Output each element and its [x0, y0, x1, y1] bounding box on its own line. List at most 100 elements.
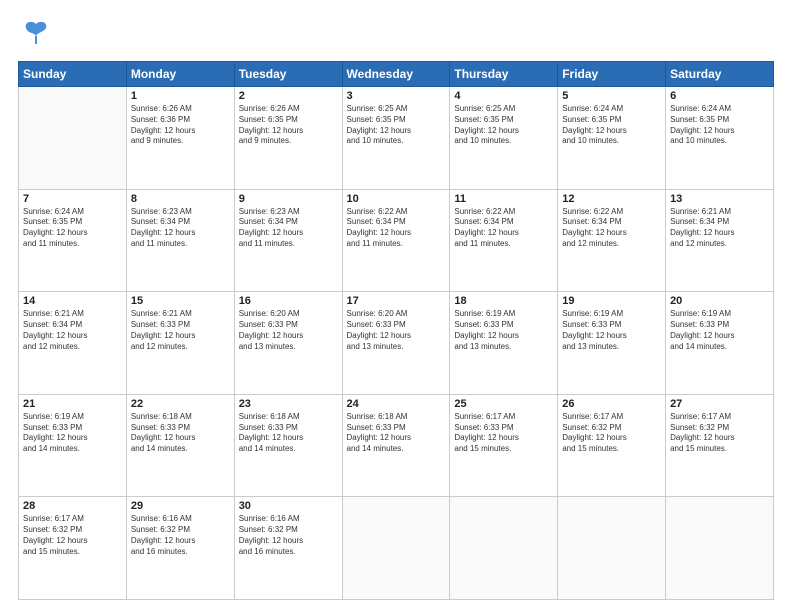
day-number: 6 [670, 90, 769, 102]
day-info: Sunrise: 6:20 AM Sunset: 6:33 PM Dayligh… [239, 309, 338, 352]
week-row-3: 14 Sunrise: 6:21 AM Sunset: 6:34 PM Dayli… [19, 292, 774, 395]
col-friday: Friday [558, 62, 666, 87]
calendar-table: SundayMondayTuesdayWednesdayThursdayFrid… [18, 61, 774, 600]
day-info: Sunrise: 6:17 AM Sunset: 6:33 PM Dayligh… [454, 412, 553, 455]
day-info: Sunrise: 6:26 AM Sunset: 6:36 PM Dayligh… [131, 104, 230, 147]
col-wednesday: Wednesday [342, 62, 450, 87]
day-info: Sunrise: 6:18 AM Sunset: 6:33 PM Dayligh… [131, 412, 230, 455]
day-info: Sunrise: 6:18 AM Sunset: 6:33 PM Dayligh… [239, 412, 338, 455]
day-number: 5 [562, 90, 661, 102]
week-row-1: 1 Sunrise: 6:26 AM Sunset: 6:36 PM Daylig… [19, 87, 774, 190]
calendar-cell: 9 Sunrise: 6:23 AM Sunset: 6:34 PM Daylig… [234, 189, 342, 292]
calendar-cell: 2 Sunrise: 6:26 AM Sunset: 6:35 PM Daylig… [234, 87, 342, 190]
day-info: Sunrise: 6:23 AM Sunset: 6:34 PM Dayligh… [131, 207, 230, 250]
calendar-cell: 30Sunrise: 6:16 AM Sunset: 6:32 PM Dayli… [234, 497, 342, 600]
calendar-cell: 23 Sunrise: 6:18 AM Sunset: 6:33 PM Dayli… [234, 394, 342, 497]
day-info: Sunrise: 6:21 AM Sunset: 6:34 PM Dayligh… [670, 207, 769, 250]
day-number: 22 [131, 398, 230, 410]
day-number: 4 [454, 90, 553, 102]
calendar-cell: 8 Sunrise: 6:23 AM Sunset: 6:34 PM Daylig… [126, 189, 234, 292]
day-number: 25 [454, 398, 553, 410]
calendar-cell: 4 Sunrise: 6:25 AM Sunset: 6:35 PM Daylig… [450, 87, 558, 190]
day-info: Sunrise: 6:19 AM Sunset: 6:33 PM Dayligh… [454, 309, 553, 352]
day-info: Sunrise: 6:17 AM Sunset: 6:32 PM Dayligh… [23, 514, 122, 557]
day-info: Sunrise: 6:24 AM Sunset: 6:35 PM Dayligh… [23, 207, 122, 250]
col-tuesday: Tuesday [234, 62, 342, 87]
day-info: Sunrise: 6:24 AM Sunset: 6:35 PM Dayligh… [562, 104, 661, 147]
day-number: 8 [131, 193, 230, 205]
calendar-cell [666, 497, 774, 600]
day-number: 9 [239, 193, 338, 205]
day-number: 17 [347, 295, 446, 307]
day-number: 2 [239, 90, 338, 102]
calendar-cell: 17Sunrise: 6:20 AM Sunset: 6:33 PM Dayli… [342, 292, 450, 395]
day-info: Sunrise: 6:16 AM Sunset: 6:32 PM Dayligh… [131, 514, 230, 557]
calendar-cell: 18Sunrise: 6:19 AM Sunset: 6:33 PM Dayli… [450, 292, 558, 395]
day-number: 19 [562, 295, 661, 307]
day-number: 29 [131, 500, 230, 512]
day-info: Sunrise: 6:25 AM Sunset: 6:35 PM Dayligh… [347, 104, 446, 147]
day-info: Sunrise: 6:17 AM Sunset: 6:32 PM Dayligh… [562, 412, 661, 455]
calendar-cell: 19 Sunrise: 6:19 AM Sunset: 6:33 PM Dayli… [558, 292, 666, 395]
day-info: Sunrise: 6:23 AM Sunset: 6:34 PM Dayligh… [239, 207, 338, 250]
week-row-5: 28Sunrise: 6:17 AM Sunset: 6:32 PM Dayli… [19, 497, 774, 600]
day-info: Sunrise: 6:16 AM Sunset: 6:32 PM Dayligh… [239, 514, 338, 557]
week-row-2: 7 Sunrise: 6:24 AM Sunset: 6:35 PM Daylig… [19, 189, 774, 292]
day-number: 12 [562, 193, 661, 205]
calendar-cell: 7 Sunrise: 6:24 AM Sunset: 6:35 PM Daylig… [19, 189, 127, 292]
day-number: 7 [23, 193, 122, 205]
day-info: Sunrise: 6:21 AM Sunset: 6:34 PM Dayligh… [23, 309, 122, 352]
calendar-cell: 1 Sunrise: 6:26 AM Sunset: 6:36 PM Daylig… [126, 87, 234, 190]
header [18, 18, 774, 51]
day-number: 27 [670, 398, 769, 410]
day-info: Sunrise: 6:22 AM Sunset: 6:34 PM Dayligh… [562, 207, 661, 250]
calendar-cell: 11 Sunrise: 6:22 AM Sunset: 6:34 PM Dayli… [450, 189, 558, 292]
calendar-cell: 3 Sunrise: 6:25 AM Sunset: 6:35 PM Daylig… [342, 87, 450, 190]
calendar-cell: 25 Sunrise: 6:17 AM Sunset: 6:33 PM Dayli… [450, 394, 558, 497]
col-monday: Monday [126, 62, 234, 87]
calendar-cell [19, 87, 127, 190]
day-number: 24 [347, 398, 446, 410]
day-info: Sunrise: 6:22 AM Sunset: 6:34 PM Dayligh… [454, 207, 553, 250]
calendar-cell [558, 497, 666, 600]
day-number: 16 [239, 295, 338, 307]
day-info: Sunrise: 6:19 AM Sunset: 6:33 PM Dayligh… [670, 309, 769, 352]
calendar-cell: 27 Sunrise: 6:17 AM Sunset: 6:32 PM Dayli… [666, 394, 774, 497]
calendar-cell: 10Sunrise: 6:22 AM Sunset: 6:34 PM Dayli… [342, 189, 450, 292]
calendar-cell: 6 Sunrise: 6:24 AM Sunset: 6:35 PM Daylig… [666, 87, 774, 190]
logo-bird-icon [22, 18, 50, 51]
page: SundayMondayTuesdayWednesdayThursdayFrid… [0, 0, 792, 612]
day-number: 15 [131, 295, 230, 307]
calendar-cell [342, 497, 450, 600]
day-info: Sunrise: 6:26 AM Sunset: 6:35 PM Dayligh… [239, 104, 338, 147]
calendar-cell: 16 Sunrise: 6:20 AM Sunset: 6:33 PM Dayli… [234, 292, 342, 395]
day-info: Sunrise: 6:19 AM Sunset: 6:33 PM Dayligh… [562, 309, 661, 352]
calendar-cell: 21 Sunrise: 6:19 AM Sunset: 6:33 PM Dayli… [19, 394, 127, 497]
week-row-4: 21 Sunrise: 6:19 AM Sunset: 6:33 PM Dayli… [19, 394, 774, 497]
calendar-cell: 22 Sunrise: 6:18 AM Sunset: 6:33 PM Dayli… [126, 394, 234, 497]
calendar-cell: 20Sunrise: 6:19 AM Sunset: 6:33 PM Dayli… [666, 292, 774, 395]
day-number: 1 [131, 90, 230, 102]
calendar-cell [450, 497, 558, 600]
calendar-header-row: SundayMondayTuesdayWednesdayThursdayFrid… [19, 62, 774, 87]
day-number: 11 [454, 193, 553, 205]
calendar-cell: 29 Sunrise: 6:16 AM Sunset: 6:32 PM Dayli… [126, 497, 234, 600]
day-info: Sunrise: 6:25 AM Sunset: 6:35 PM Dayligh… [454, 104, 553, 147]
day-number: 26 [562, 398, 661, 410]
day-number: 23 [239, 398, 338, 410]
day-number: 3 [347, 90, 446, 102]
calendar-cell: 24Sunrise: 6:18 AM Sunset: 6:33 PM Dayli… [342, 394, 450, 497]
day-number: 13 [670, 193, 769, 205]
day-info: Sunrise: 6:19 AM Sunset: 6:33 PM Dayligh… [23, 412, 122, 455]
calendar-cell: 28Sunrise: 6:17 AM Sunset: 6:32 PM Dayli… [19, 497, 127, 600]
calendar-cell: 26 Sunrise: 6:17 AM Sunset: 6:32 PM Dayli… [558, 394, 666, 497]
day-info: Sunrise: 6:24 AM Sunset: 6:35 PM Dayligh… [670, 104, 769, 147]
col-thursday: Thursday [450, 62, 558, 87]
calendar-cell: 13 Sunrise: 6:21 AM Sunset: 6:34 PM Dayli… [666, 189, 774, 292]
day-info: Sunrise: 6:17 AM Sunset: 6:32 PM Dayligh… [670, 412, 769, 455]
calendar-cell: 14 Sunrise: 6:21 AM Sunset: 6:34 PM Dayli… [19, 292, 127, 395]
day-number: 14 [23, 295, 122, 307]
col-saturday: Saturday [666, 62, 774, 87]
logo [18, 18, 50, 51]
day-number: 21 [23, 398, 122, 410]
